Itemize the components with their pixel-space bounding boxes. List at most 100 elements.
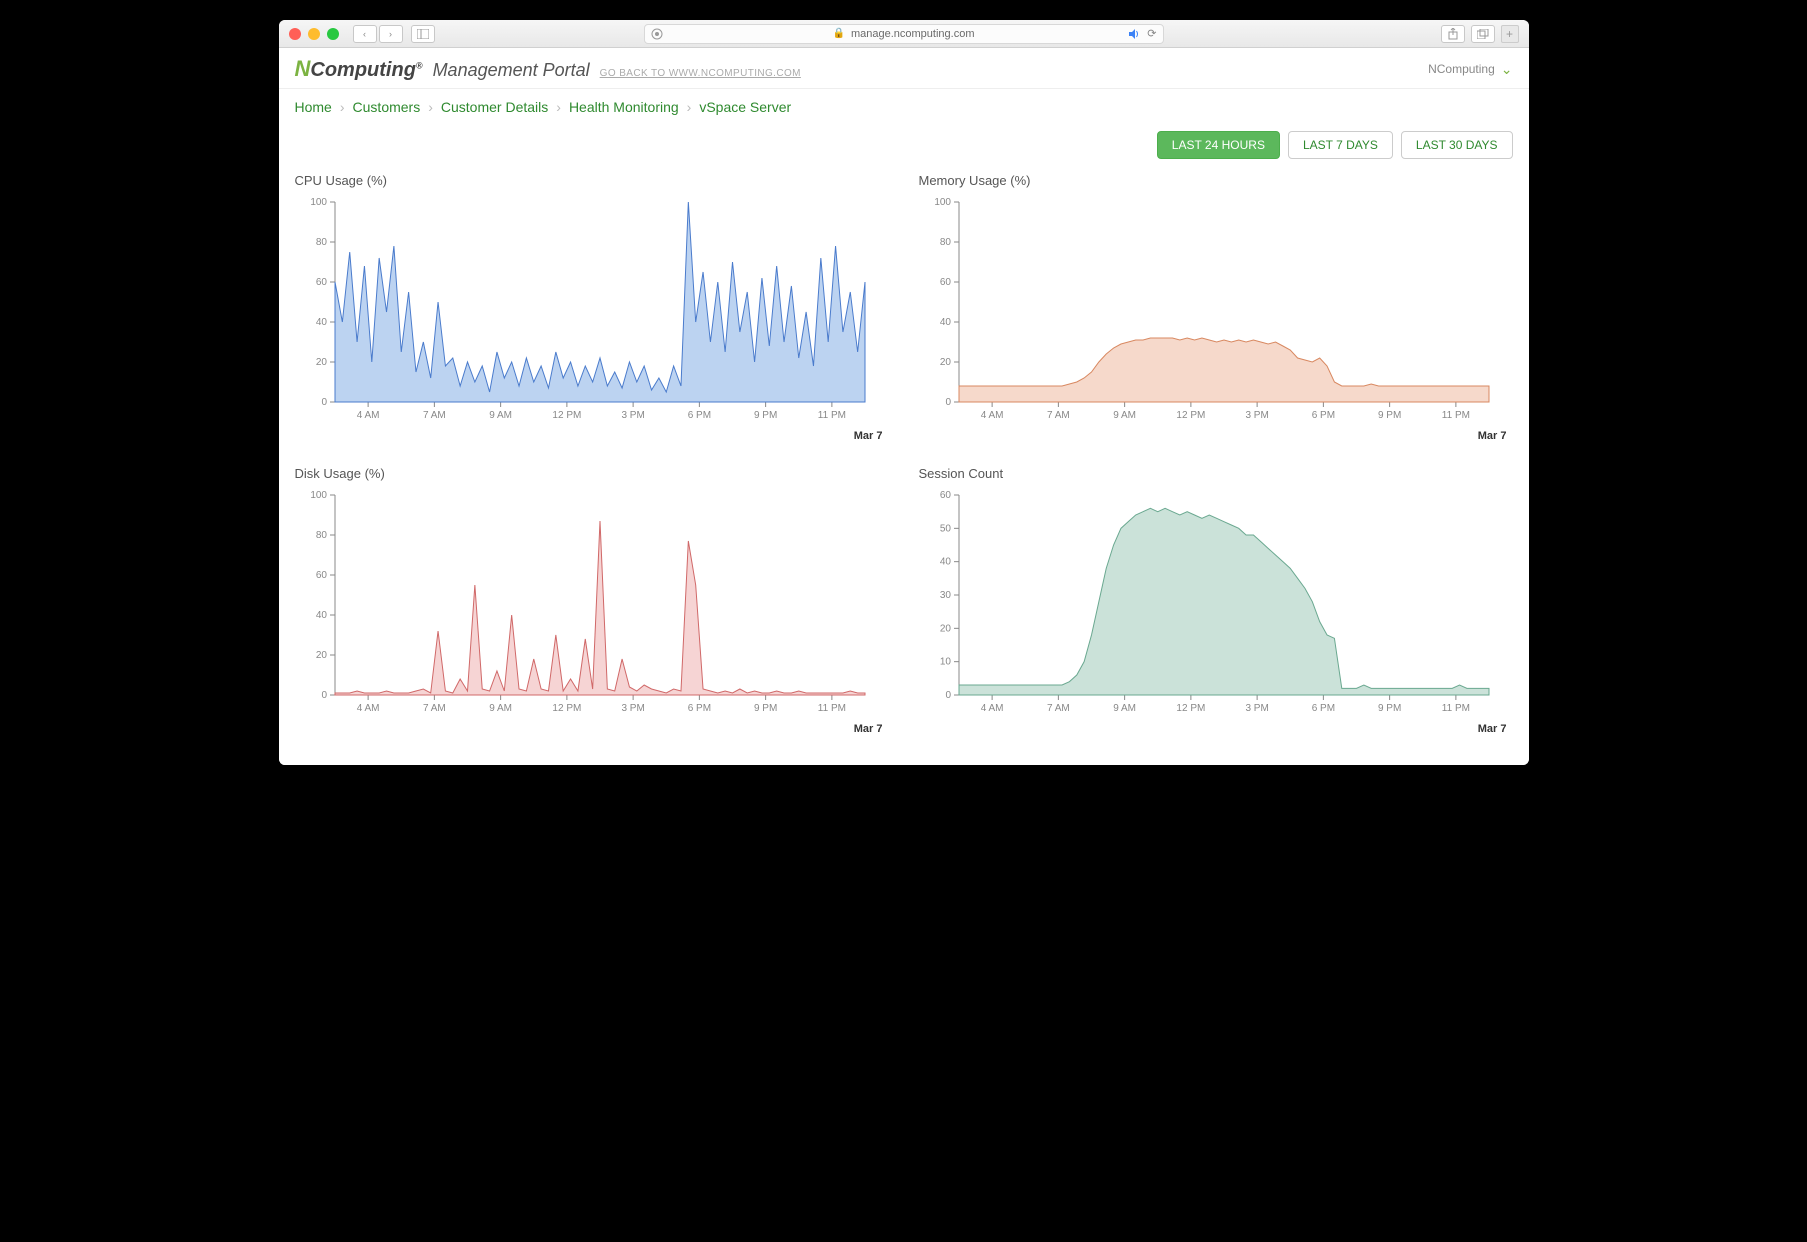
- svg-text:6 PM: 6 PM: [1311, 703, 1334, 714]
- browser-titlebar: ‹ › 🔒 manage.ncomputing.com ⟳: [279, 20, 1529, 48]
- svg-text:3 PM: 3 PM: [1245, 410, 1268, 421]
- close-window-button[interactable]: [289, 28, 301, 40]
- svg-text:11 PM: 11 PM: [817, 410, 845, 421]
- svg-text:100: 100: [310, 197, 327, 208]
- chart-title: Memory Usage (%): [919, 173, 1513, 188]
- svg-text:7 AM: 7 AM: [1046, 703, 1069, 714]
- sidebar-toggle-button[interactable]: [411, 25, 435, 43]
- chart-title: Disk Usage (%): [295, 466, 889, 481]
- maximize-window-button[interactable]: [327, 28, 339, 40]
- chart-date-label: Mar 7: [295, 723, 889, 735]
- svg-text:3 PM: 3 PM: [621, 410, 644, 421]
- svg-text:9 AM: 9 AM: [489, 410, 512, 421]
- new-tab-button[interactable]: +: [1501, 25, 1519, 43]
- chart-title: CPU Usage (%): [295, 173, 889, 188]
- chart-svg: 01020304050604 AM7 AM9 AM12 PM3 PM6 PM9 …: [919, 489, 1499, 719]
- svg-text:9 PM: 9 PM: [753, 410, 776, 421]
- chart-date-label: Mar 7: [919, 430, 1513, 442]
- breadcrumb-item[interactable]: Customer Details: [441, 99, 548, 115]
- breadcrumb-item[interactable]: vSpace Server: [699, 99, 791, 115]
- time-filter-last-30-days[interactable]: LAST 30 DAYS: [1401, 131, 1513, 159]
- svg-text:11 PM: 11 PM: [1441, 703, 1469, 714]
- chart-date-label: Mar 7: [919, 723, 1513, 735]
- time-filter-group: LAST 24 HOURS LAST 7 DAYS LAST 30 DAYS: [279, 125, 1529, 173]
- svg-text:6 PM: 6 PM: [1311, 410, 1334, 421]
- svg-text:11 PM: 11 PM: [817, 703, 845, 714]
- svg-text:7 AM: 7 AM: [1046, 410, 1069, 421]
- svg-text:100: 100: [310, 490, 327, 501]
- time-filter-last-7-days[interactable]: LAST 7 DAYS: [1288, 131, 1393, 159]
- share-button[interactable]: [1441, 25, 1465, 43]
- svg-text:20: 20: [315, 650, 327, 661]
- reader-icon[interactable]: [651, 28, 663, 40]
- svg-text:3 PM: 3 PM: [1245, 703, 1268, 714]
- svg-text:3 PM: 3 PM: [621, 703, 644, 714]
- minimize-window-button[interactable]: [308, 28, 320, 40]
- back-button[interactable]: ‹: [353, 25, 377, 43]
- lock-icon: 🔒: [833, 28, 845, 39]
- tabs-button[interactable]: [1471, 25, 1495, 43]
- chart-svg: 0204060801004 AM7 AM9 AM12 PM3 PM6 PM9 P…: [919, 196, 1499, 426]
- svg-text:4 AM: 4 AM: [980, 703, 1003, 714]
- url-text: manage.ncomputing.com: [851, 28, 975, 40]
- svg-text:6 PM: 6 PM: [687, 410, 710, 421]
- chart-memory: Memory Usage (%)0204060801004 AM7 AM9 AM…: [919, 173, 1513, 442]
- svg-text:11 PM: 11 PM: [1441, 410, 1469, 421]
- breadcrumb-separator: ›: [687, 99, 692, 115]
- chevron-down-icon: ⌄: [1501, 61, 1513, 78]
- svg-text:10: 10: [939, 657, 951, 668]
- svg-text:12 PM: 12 PM: [1176, 703, 1205, 714]
- svg-text:9 PM: 9 PM: [753, 703, 776, 714]
- svg-text:0: 0: [945, 397, 951, 408]
- svg-text:40: 40: [315, 610, 327, 621]
- svg-text:12 PM: 12 PM: [1176, 410, 1205, 421]
- svg-text:60: 60: [315, 277, 327, 288]
- svg-text:80: 80: [315, 237, 327, 248]
- svg-text:9 AM: 9 AM: [1113, 703, 1136, 714]
- svg-text:4 AM: 4 AM: [356, 703, 379, 714]
- svg-text:60: 60: [939, 490, 951, 501]
- svg-text:60: 60: [939, 277, 951, 288]
- breadcrumb-item[interactable]: Customers: [353, 99, 421, 115]
- svg-text:60: 60: [315, 570, 327, 581]
- svg-text:6 PM: 6 PM: [687, 703, 710, 714]
- chart-sessions: Session Count01020304050604 AM7 AM9 AM12…: [919, 466, 1513, 735]
- go-back-link[interactable]: GO BACK TO WWW.NCOMPUTING.COM: [600, 68, 801, 79]
- svg-text:0: 0: [321, 397, 327, 408]
- user-menu[interactable]: NComputing ⌄: [1428, 61, 1512, 78]
- svg-text:9 PM: 9 PM: [1377, 410, 1400, 421]
- charts-grid: CPU Usage (%)0204060801004 AM7 AM9 AM12 …: [279, 173, 1529, 765]
- svg-text:30: 30: [939, 590, 951, 601]
- svg-text:80: 80: [315, 530, 327, 541]
- chart-disk: Disk Usage (%)0204060801004 AM7 AM9 AM12…: [295, 466, 889, 735]
- address-bar[interactable]: 🔒 manage.ncomputing.com ⟳: [644, 24, 1164, 44]
- breadcrumb-item[interactable]: Health Monitoring: [569, 99, 679, 115]
- svg-text:4 AM: 4 AM: [356, 410, 379, 421]
- svg-text:9 AM: 9 AM: [1113, 410, 1136, 421]
- portal-title: Management Portal: [433, 60, 590, 81]
- svg-text:40: 40: [939, 557, 951, 568]
- breadcrumb-item[interactable]: Home: [295, 99, 332, 115]
- svg-text:9 PM: 9 PM: [1377, 703, 1400, 714]
- forward-button[interactable]: ›: [379, 25, 403, 43]
- svg-text:9 AM: 9 AM: [489, 703, 512, 714]
- chart-title: Session Count: [919, 466, 1513, 481]
- svg-text:4 AM: 4 AM: [980, 410, 1003, 421]
- svg-text:20: 20: [315, 357, 327, 368]
- breadcrumb-separator: ›: [556, 99, 561, 115]
- svg-text:40: 40: [315, 317, 327, 328]
- svg-text:20: 20: [939, 357, 951, 368]
- breadcrumb-separator: ›: [340, 99, 345, 115]
- page-content: NComputing® Management Portal GO BACK TO…: [279, 48, 1529, 765]
- reload-button[interactable]: ⟳: [1147, 27, 1156, 40]
- chart-svg: 0204060801004 AM7 AM9 AM12 PM3 PM6 PM9 P…: [295, 196, 875, 426]
- window-controls: [289, 28, 339, 40]
- time-filter-last-24-hours[interactable]: LAST 24 HOURS: [1157, 131, 1280, 159]
- audio-icon[interactable]: [1129, 29, 1141, 39]
- svg-text:50: 50: [939, 523, 951, 534]
- chart-cpu: CPU Usage (%)0204060801004 AM7 AM9 AM12 …: [295, 173, 889, 442]
- svg-text:100: 100: [934, 197, 951, 208]
- breadcrumb-separator: ›: [428, 99, 433, 115]
- breadcrumb: Home › Customers › Customer Details › Health M…: [279, 89, 1529, 125]
- app-header: NComputing® Management Portal GO BACK TO…: [279, 48, 1529, 89]
